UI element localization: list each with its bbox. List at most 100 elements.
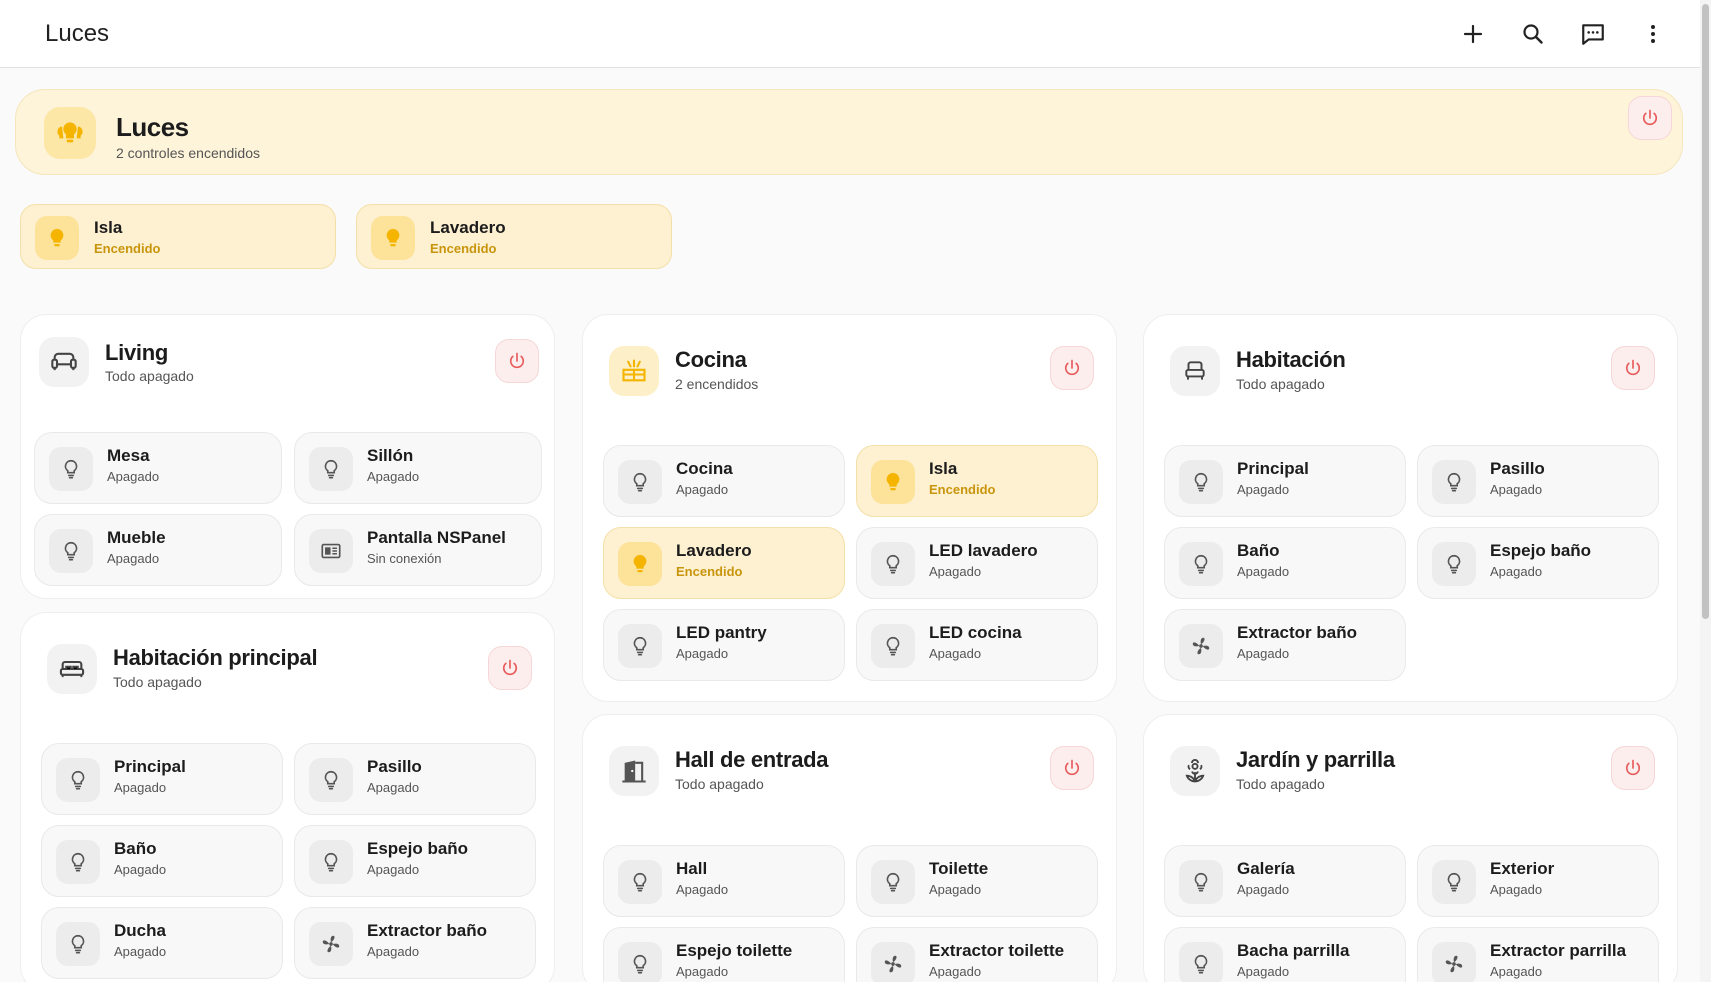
light-tile-hall[interactable]: Hall Apagado xyxy=(603,845,845,917)
lightbulb-outline-icon xyxy=(886,554,900,574)
tile-name: LED lavadero xyxy=(929,541,1038,560)
tile-name: Pasillo xyxy=(1490,459,1545,478)
chip-lavadero[interactable]: Lavadero Encendido xyxy=(356,204,672,269)
lightbulb-outline-icon xyxy=(886,872,900,892)
light-tile-pasillo[interactable]: Pasillo Apagado xyxy=(1417,445,1659,517)
tile-state: Apagado xyxy=(1237,882,1290,897)
power-icon xyxy=(1642,109,1658,126)
tile-pantalla-nspanel[interactable]: Pantalla NSPanel Sin conexión xyxy=(294,514,542,586)
area-title: Hall de entrada xyxy=(675,747,829,772)
area-power-button[interactable] xyxy=(495,339,539,383)
plus-icon xyxy=(1463,24,1483,44)
power-icon xyxy=(509,352,525,369)
all-off-button[interactable] xyxy=(1628,96,1672,140)
tile-name: Extractor baño xyxy=(1237,623,1357,642)
search-button[interactable] xyxy=(1515,16,1551,52)
tile-state: Apagado xyxy=(676,882,729,897)
light-tile-bano[interactable]: Baño Apagado xyxy=(41,825,283,897)
tile-state: Apagado xyxy=(1237,564,1290,579)
lightbulb-outline-icon xyxy=(1447,472,1461,492)
light-tile-lavadero[interactable]: Lavadero Encendido xyxy=(603,527,845,599)
tile-icon-wrap xyxy=(56,758,100,802)
area-power-button[interactable] xyxy=(1611,746,1655,790)
tile-state: Apagado xyxy=(1490,564,1543,579)
flower-icon xyxy=(1185,758,1205,783)
light-tile-espejo-bano[interactable]: Espejo baño Apagado xyxy=(1417,527,1659,599)
light-tile-mesa[interactable]: Mesa Apagado xyxy=(34,432,282,504)
tile-name: Isla xyxy=(929,459,958,478)
area-power-button[interactable] xyxy=(1050,746,1094,790)
light-tile-bano[interactable]: Baño Apagado xyxy=(1164,527,1406,599)
light-tile-sillon[interactable]: Sillón Apagado xyxy=(294,432,542,504)
light-tile-ducha[interactable]: Ducha Apagado xyxy=(41,907,283,979)
fan-icon xyxy=(884,955,902,973)
light-tile-led-pantry[interactable]: LED pantry Apagado xyxy=(603,609,845,681)
tile-state: Encendido xyxy=(676,564,743,579)
scrollbar-thumb[interactable] xyxy=(1702,4,1709,619)
tile-name: Extractor parrilla xyxy=(1490,941,1627,960)
tile-state: Apagado xyxy=(929,964,982,979)
light-tile-led-cocina[interactable]: LED cocina Apagado xyxy=(856,609,1098,681)
summary-title: Luces xyxy=(116,112,189,142)
light-tile-principal[interactable]: Principal Apagado xyxy=(1164,445,1406,517)
tile-state: Apagado xyxy=(1237,482,1290,497)
tile-state: Encendido xyxy=(929,482,996,497)
light-tile-pasillo[interactable]: Pasillo Apagado xyxy=(294,743,536,815)
tile-icon-wrap xyxy=(1179,860,1223,904)
assist-button[interactable] xyxy=(1575,16,1611,52)
tile-icon-wrap xyxy=(1179,624,1223,668)
fan-tile-extractor-bano[interactable]: Extractor baño Apagado xyxy=(1164,609,1406,681)
light-tile-led-lavadero[interactable]: LED lavadero Apagado xyxy=(856,527,1098,599)
area-power-button[interactable] xyxy=(488,646,532,690)
chip-isla[interactable]: Isla Encendido xyxy=(20,204,336,269)
tile-state: Apagado xyxy=(929,646,982,661)
tile-name: Lavadero xyxy=(676,541,752,560)
tile-state: Apagado xyxy=(367,780,420,795)
lights-summary-card: Luces 2 controles encendidos xyxy=(15,89,1683,175)
tile-name: Extractor toilette xyxy=(929,941,1065,960)
lightbulb-outline-icon xyxy=(1194,954,1208,974)
lightbulb-outline-icon xyxy=(886,636,900,656)
chip-icon-wrap xyxy=(371,216,415,260)
light-tile-espejo-bano[interactable]: Espejo baño Apagado xyxy=(294,825,536,897)
tile-icon-wrap xyxy=(871,460,915,504)
light-tile-mueble[interactable]: Mueble Apagado xyxy=(34,514,282,586)
fan-icon xyxy=(1445,955,1463,973)
area-icon-wrap xyxy=(39,337,89,387)
chip-state: Encendido xyxy=(430,241,497,256)
area-subtitle: Todo apagado xyxy=(113,674,202,690)
overflow-menu-button[interactable] xyxy=(1635,16,1671,52)
light-tile-principal[interactable]: Principal Apagado xyxy=(41,743,283,815)
area-power-button[interactable] xyxy=(1611,346,1655,390)
lightbulb-outline-icon xyxy=(1447,872,1461,892)
fan-tile-extractor-parrilla[interactable]: Extractor parrilla Apagado xyxy=(1417,927,1659,982)
lightbulb-on-icon xyxy=(386,228,400,247)
tile-state: Apagado xyxy=(114,780,167,795)
area-card-cocina: Cocina 2 encendidos Cocina Apagado Isla … xyxy=(582,314,1117,702)
add-button[interactable] xyxy=(1455,16,1491,52)
light-tile-bacha-parrilla[interactable]: Bacha parrilla Apagado xyxy=(1164,927,1406,982)
light-tile-galeria[interactable]: Galería Apagado xyxy=(1164,845,1406,917)
power-icon xyxy=(1625,759,1641,776)
tile-name: Baño xyxy=(114,839,157,858)
display-panel-icon xyxy=(321,543,341,559)
light-tile-cocina[interactable]: Cocina Apagado xyxy=(603,445,845,517)
power-icon xyxy=(502,659,518,676)
tile-name: Galería xyxy=(1237,859,1295,878)
lightbulb-outline-icon xyxy=(64,459,78,479)
tile-name: Extractor baño xyxy=(367,921,487,940)
tile-icon-wrap xyxy=(309,529,353,573)
scrollbar[interactable] xyxy=(1700,0,1711,982)
lightbulb-on-icon xyxy=(50,228,64,247)
fan-tile-extractor-toilette[interactable]: Extractor toilette Apagado xyxy=(856,927,1098,982)
light-tile-espejo-toilette[interactable]: Espejo toilette Apagado xyxy=(603,927,845,982)
fan-tile-extractor-bano[interactable]: Extractor baño Apagado xyxy=(294,907,536,979)
area-subtitle: Todo apagado xyxy=(105,368,194,384)
tile-icon-wrap xyxy=(309,922,353,966)
tile-icon-wrap xyxy=(1432,860,1476,904)
tile-name: Sillón xyxy=(367,446,414,465)
light-tile-isla[interactable]: Isla Encendido xyxy=(856,445,1098,517)
light-tile-toilette[interactable]: Toilette Apagado xyxy=(856,845,1098,917)
area-power-button[interactable] xyxy=(1050,346,1094,390)
light-tile-exterior[interactable]: Exterior Apagado xyxy=(1417,845,1659,917)
